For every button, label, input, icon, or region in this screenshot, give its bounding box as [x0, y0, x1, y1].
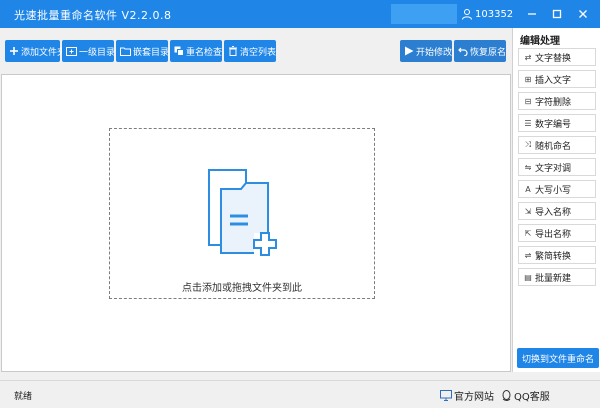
- play-icon: [405, 46, 414, 56]
- side-item-insert-text[interactable]: ⊞ 插入文字: [518, 70, 596, 88]
- swap-icon: ⇄: [524, 52, 532, 62]
- side-item-numbering[interactable]: ☰ 数字编号: [518, 114, 596, 132]
- side-item-delete-chars[interactable]: ⊟ 字符删除: [518, 92, 596, 110]
- toolbar: 添加文件夹 一级目录 嵌套目录 重名检查 清空列表 开始修改 恢复原名: [0, 28, 512, 74]
- close-icon: [579, 10, 587, 18]
- switch-file-rename-button[interactable]: 切换到文件重命名: [517, 348, 599, 368]
- edit-panel-heading: 编辑处理: [520, 36, 560, 47]
- close-button[interactable]: [573, 4, 593, 24]
- number-icon: ☰: [524, 118, 532, 128]
- folder-add-icon: [66, 47, 77, 56]
- side-item-random-name[interactable]: ⤨ 随机命名: [518, 136, 596, 154]
- maximize-icon: [552, 9, 562, 19]
- status-bar: 就绪 官方网站 QQ客服: [0, 380, 600, 408]
- insert-icon: ⊞: [524, 74, 532, 84]
- drop-hint: 点击添加或拖拽文件夹到此: [182, 283, 302, 294]
- masked-region: [391, 4, 457, 24]
- clear-list-button[interactable]: 清空列表: [224, 40, 276, 62]
- copy-icon: [174, 46, 184, 56]
- qq-service-link[interactable]: QQ客服: [501, 388, 550, 403]
- new-doc-icon: ▤: [524, 272, 532, 282]
- window-title: 光速批量重命名软件 V2.2.0.8: [14, 9, 172, 22]
- user-id: 103352: [475, 8, 514, 20]
- monitor-icon: [440, 390, 452, 401]
- side-item-text-swap[interactable]: ⇋ 文字对调: [518, 158, 596, 176]
- nested-dir-button[interactable]: 嵌套目录: [116, 40, 169, 62]
- user-icon: [462, 9, 472, 20]
- start-modify-button[interactable]: 开始修改: [400, 40, 452, 62]
- qq-icon: [502, 389, 511, 401]
- level1-dir-button[interactable]: 一级目录: [62, 40, 115, 62]
- delete-char-icon: ⊟: [524, 96, 532, 106]
- minimize-icon: [528, 13, 536, 15]
- trash-icon: [229, 46, 237, 56]
- export-icon: ⇱: [524, 228, 532, 238]
- status-text: 就绪: [14, 392, 33, 402]
- side-item-case[interactable]: A 大写小写: [518, 180, 596, 198]
- case-icon: A: [525, 184, 531, 194]
- edit-panel: 编辑处理 ⇄ 文字替换 ⊞ 插入文字 ⊟ 字符删除 ☰ 数字编号 ⤨ 随机命名 ⇋ 文字对调…: [512, 28, 600, 372]
- maximize-button[interactable]: [547, 4, 567, 24]
- add-folder-button[interactable]: 添加文件夹: [5, 40, 66, 62]
- side-item-convert[interactable]: ⇌ 繁简转换: [518, 246, 596, 264]
- convert-icon: ⇌: [524, 250, 532, 260]
- side-item-batch-new[interactable]: ▤ 批量新建: [518, 268, 596, 286]
- side-item-text-replace[interactable]: ⇄ 文字替换: [518, 48, 596, 66]
- dup-check-button[interactable]: 重名检查: [170, 40, 222, 62]
- minimize-button[interactable]: [522, 4, 542, 24]
- website-link[interactable]: 官方网站: [440, 388, 494, 403]
- user-info[interactable]: 103352: [461, 8, 513, 20]
- file-list-area[interactable]: 点击添加或拖拽文件夹到此: [1, 74, 511, 372]
- plus-icon: [10, 47, 18, 55]
- drop-zone[interactable]: 点击添加或拖拽文件夹到此: [109, 128, 375, 299]
- undo-icon: [458, 47, 468, 56]
- restore-name-button[interactable]: 恢复原名: [454, 40, 506, 62]
- nested-folder-icon: [120, 47, 131, 56]
- folder-add-illustration-icon: [208, 169, 277, 256]
- import-icon: ⇲: [524, 206, 532, 216]
- shuffle-icon: ⤨: [524, 140, 532, 149]
- side-item-import-names[interactable]: ⇲ 导入名称: [518, 202, 596, 220]
- side-item-export-names[interactable]: ⇱ 导出名称: [518, 224, 596, 242]
- exchange-icon: ⇋: [524, 162, 532, 172]
- title-bar: 光速批量重命名软件 V2.2.0.8 103352: [0, 0, 600, 28]
